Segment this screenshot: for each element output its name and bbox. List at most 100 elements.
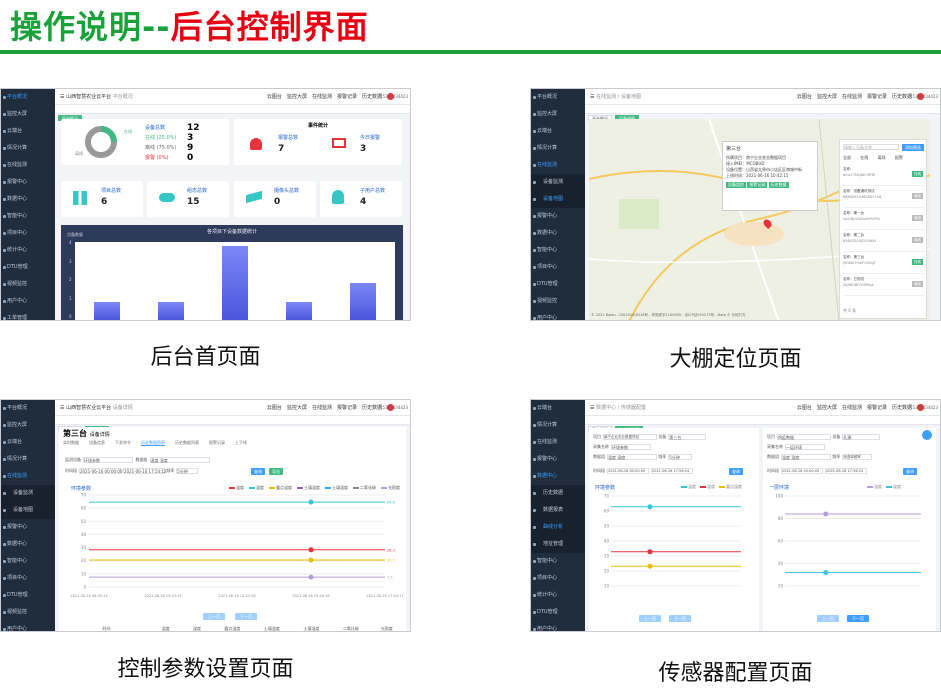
menu-history[interactable]: 历史数据 [362,94,382,100]
end-time-input[interactable]: 2021-06-16 17:56:24 [825,468,867,474]
sidebar-item[interactable]: 平台概况 [1,89,55,106]
menu-alarm[interactable]: 报警记录 [867,94,887,100]
frequency-select[interactable]: 请选择频率 [842,454,873,460]
group-select[interactable]: 温度 湿度 [781,454,831,460]
menu-cloud[interactable]: 云图台 [797,94,812,100]
sidebar-item[interactable]: 统计中心 [1,242,55,259]
sidebar-item[interactable]: 视频监控 [1,604,55,621]
sidebar-item[interactable]: 平台概况 [1,400,55,417]
sidebar-item[interactable]: 智能中心 [531,242,585,259]
monitor-device-select[interactable]: 环境参数 [83,457,133,463]
detail-tab[interactable]: 下发命令 [115,440,131,445]
sidebar-item[interactable]: 智能中心 [1,208,55,225]
next-page-button[interactable]: 下一页 [235,613,257,620]
sidebar-item[interactable]: 平台概况 [531,89,585,106]
stat-card-projects[interactable]: 项目总数 6 [61,181,143,217]
sidebar-item[interactable]: 视频监控 [1,276,55,293]
sidebar-subitem[interactable]: 曲线分析 [531,519,585,536]
start-time-input[interactable]: 2021-06-16 00:00:00 [79,468,122,474]
detail-tab[interactable]: 设备信息 [89,440,105,445]
menu-monitor[interactable]: 在线监测 [312,405,332,411]
sidebar-item[interactable]: 数据中心 [1,191,55,208]
sidebar-item[interactable]: 情况计算 [531,417,585,434]
next-page-button[interactable]: 下一页 [847,615,869,622]
sidebar-subitem[interactable]: 地址管理 [531,536,585,553]
device-list-item[interactable]: 名称：第三台 j9G0bITmeFOVKgT 在线 [843,252,925,274]
sidebar-subitem[interactable]: 设备监测 [1,485,55,502]
sidebar-item[interactable]: 情况计算 [1,140,55,157]
map-area[interactable]: 第三台 所属项目：南宁企业农业数据项目 接入IMEI：MCOBUD 设备位置：山… [589,119,930,320]
device-search-input[interactable]: 请输入设备名称 [843,144,899,150]
query-button[interactable]: 查询 [729,468,743,475]
sidebar-item[interactable]: 情况计算 [1,451,55,468]
filter-tab-offline[interactable]: 离线 [878,155,886,160]
sidebar-item[interactable]: 监控大屏 [1,106,55,123]
start-time-input[interactable]: 2021-06-16 00:00:00 [781,468,823,474]
sidebar-item[interactable]: 在线监测 [1,157,55,174]
collect-select[interactable]: 一层环境 [785,444,825,450]
sidebar-item[interactable]: DTU管理 [1,259,55,276]
stat-card-configs[interactable]: 组态总数 15 [147,181,229,217]
menu-monitor[interactable]: 在线监测 [312,94,332,100]
menu-screen[interactable]: 监控大屏 [817,94,837,100]
sidebar-item[interactable]: 监控大屏 [531,106,585,123]
device-list-item[interactable]: 名称：已测试 Zg98OBF000f9gk 离线 [843,274,925,296]
sidebar-item[interactable]: DTU管理 [1,587,55,604]
sidebar-item[interactable]: 项目中心 [531,570,585,587]
menu-history[interactable]: 历史数据 [362,405,382,411]
next-page-button[interactable]: 下一页 [669,615,691,622]
sidebar-item[interactable]: 监控大屏 [1,417,55,434]
user-name[interactable]: 15303434423 [910,89,938,104]
menu-alarm[interactable]: 报警记录 [337,94,357,100]
sidebar-item[interactable]: 用户中心 [531,621,585,631]
sidebar-item[interactable]: 在线监测 [1,468,55,485]
menu-alarm[interactable]: 报警记录 [337,405,357,411]
device-list-item[interactable]: 名称： pmk77NLJt6C9RTe 在线 [843,164,925,186]
sidebar-item[interactable]: 报警中心 [1,174,55,191]
sidebar-item[interactable]: 用户中心 [1,621,55,631]
sidebar-item[interactable]: 项目中心 [1,225,55,242]
menu-monitor[interactable]: 在线监测 [842,94,862,100]
menu-screen[interactable]: 监控大屏 [287,405,307,411]
menu-screen[interactable]: 监控大屏 [817,405,837,411]
sidebar-item[interactable]: 云端台 [531,123,585,140]
sidebar-item[interactable]: 报警中心 [531,451,585,468]
frequency-select[interactable]: 5分钟 [176,468,199,474]
sidebar-item[interactable]: 数据中心 [531,225,585,242]
user-name[interactable]: 15303434423 [910,400,938,415]
sidebar-item[interactable]: 数据中心 [531,468,585,485]
query-button[interactable]: 查询 [251,468,265,475]
sidebar-item[interactable]: 工单管理 [1,310,55,320]
detail-tab[interactable]: 历史数据列表 [175,440,199,445]
prev-page-button[interactable]: 上一页 [817,615,839,622]
detail-tab[interactable]: 上下线 [235,440,247,445]
sidebar-subitem[interactable]: 历史数据 [531,485,585,502]
sidebar-item[interactable]: 云端台 [1,434,55,451]
filter-tab-alarm[interactable]: 报警 [895,155,903,160]
sidebar-item[interactable]: 用户中心 [1,293,55,310]
detail-tab[interactable]: 历史数据图表 [141,440,165,446]
sidebar-item[interactable]: 项目中心 [1,570,55,587]
device-list-item[interactable]: 名称：第二台 658032040220804 离线 [843,230,925,252]
sidebar-subitem[interactable]: 设备地图 [1,502,55,519]
user-name[interactable]: 15303434423 [380,400,408,415]
menu-history[interactable]: 历史数据 [892,94,912,100]
sidebar-item[interactable]: DTU管理 [531,276,585,293]
sidebar-item[interactable]: 在线监测 [531,434,585,451]
query-button[interactable]: 查询 [903,468,917,475]
menu-cloud[interactable]: 云图台 [267,405,282,411]
monitor-button[interactable]: 设备监控 [726,182,746,188]
sidebar-item[interactable]: 在线监测 [531,157,585,174]
device-select[interactable]: 第三台 [668,434,707,440]
menu-history[interactable]: 历史数据 [892,405,912,411]
sidebar-item[interactable]: 报警中心 [531,208,585,225]
prev-page-button[interactable]: 上一页 [639,615,661,622]
sidebar-item[interactable]: 智能中心 [1,553,55,570]
end-time-input[interactable]: 2021-06-16 17:56:24 [651,468,693,474]
sidebar-item[interactable]: DTU管理 [531,604,585,621]
sidebar-subitem[interactable]: 数据报表 [531,502,585,519]
sidebar-item[interactable]: 统计中心 [531,587,585,604]
sidebar-item[interactable]: 云端台 [1,123,55,140]
menu-screen[interactable]: 监控大屏 [287,94,307,100]
detail-tab[interactable]: 实时数据 [63,440,79,445]
